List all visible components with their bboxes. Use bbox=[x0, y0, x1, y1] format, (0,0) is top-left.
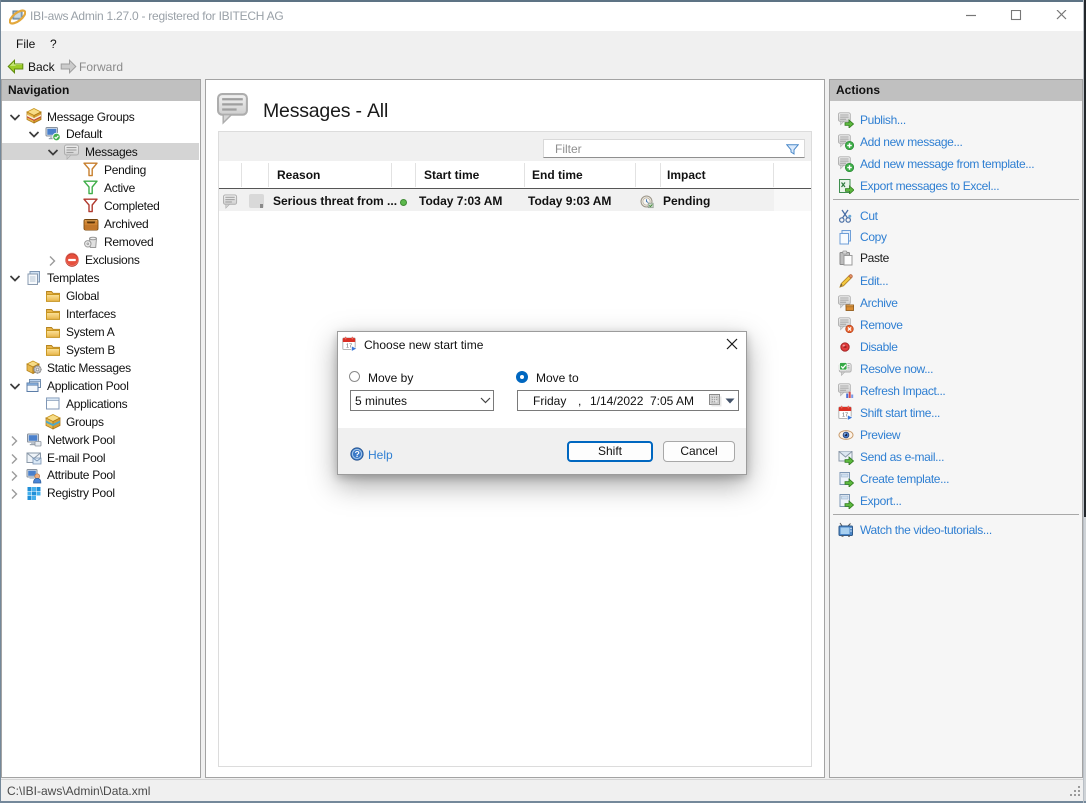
svg-text:?: ? bbox=[355, 449, 360, 459]
